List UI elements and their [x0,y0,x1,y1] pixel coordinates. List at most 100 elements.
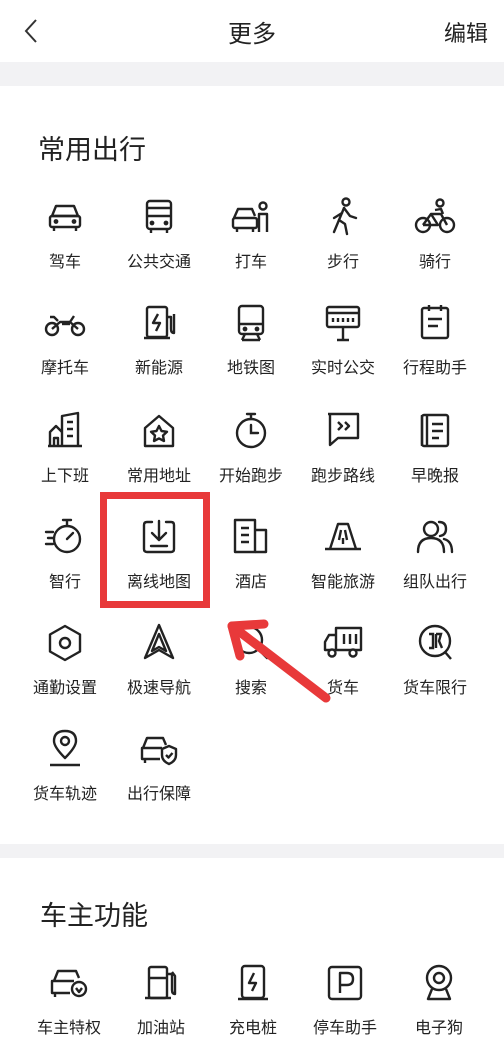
grid-item-truck[interactable]: 货车 [296,622,390,714]
walk-icon [332,197,358,236]
grid-item-label: 电子狗 [414,1018,463,1037]
clipboard-icon [420,305,450,340]
edit-button[interactable]: 编辑 [444,16,488,48]
grid-item-label: 常用地址 [126,466,191,485]
grid-item-label: 酒店 [234,572,267,591]
grid-item-label: 跑步路线 [310,466,375,485]
grid-item-realtime-bus[interactable]: 实时公交 [296,302,390,394]
grid-item-commute-settings[interactable]: 通勤设置 [18,622,112,714]
section-title-car-owner: 车主功能 [40,901,148,932]
charging-station-icon [144,305,176,340]
grid-item-label: 步行 [326,252,359,271]
grid-item-label: 极速导航 [126,678,191,697]
taxi-icon [231,201,269,232]
grid-item-label: 通勤设置 [32,678,97,697]
bicycle-icon [414,198,456,234]
grid-item-label: 停车助手 [312,1018,377,1037]
grid-item-owner-privilege[interactable]: 车主特权 [22,962,116,1054]
grid-item-truck-track[interactable]: 货车轨迹 [18,728,112,820]
bus-stop-sign-icon [325,305,361,342]
car-badge-icon [50,969,88,998]
grid-item-label: 上下班 [40,466,89,485]
grid-item-smart-tourism[interactable]: 智能旅游 [296,516,390,608]
grid-item-commute[interactable]: 上下班 [18,410,112,502]
grid-item-morning-evening-report[interactable]: 早晚报 [388,410,482,502]
grid-item-truck-restriction[interactable]: 货车限行 [388,622,482,714]
grid-item-start-running[interactable]: 开始跑步 [204,410,298,502]
grid-item-parking-assistant[interactable]: 停车助手 [298,962,392,1054]
grid-item-motorcycle[interactable]: 摩托车 [18,302,112,394]
grid-item-label: 摩托车 [40,358,89,377]
grid-item-walk[interactable]: 步行 [296,196,390,288]
location-pin-icon [50,729,80,767]
bus-icon [145,199,173,233]
page-title: 更多 [228,20,276,48]
grid-item-new-energy[interactable]: 新能源 [112,302,206,394]
grid-item-speed-camera[interactable]: 电子狗 [392,962,486,1054]
grid-item-label: 开始跑步 [218,466,283,485]
grid-item-label: 公共交通 [126,252,191,271]
office-building-icon [48,411,82,448]
car-icon [48,204,82,231]
section-divider [0,62,504,86]
navigation-arrow-icon [143,623,175,660]
camera-icon [425,964,453,1001]
grid-item-trip-assistant[interactable]: 行程助手 [388,302,482,394]
restriction-sign-icon [418,624,452,660]
hexagon-settings-icon [48,624,82,662]
home-star-icon [143,414,175,448]
grid-item-label: 智行 [48,572,81,591]
grid-item-group-travel[interactable]: 组队出行 [388,516,482,608]
parking-icon [327,965,363,1001]
group-icon [416,520,454,554]
grid-item-charging-pile[interactable]: 充电桩 [206,962,300,1054]
charger-icon [238,964,268,1001]
grid-item-label: 骑行 [418,252,451,271]
grid-item-label: 货车轨迹 [32,784,97,803]
grid-item-label: 地铁图 [226,358,275,377]
grid-item-subway-map[interactable]: 地铁图 [204,302,298,394]
grid-item-label: 新能源 [134,358,183,377]
truck-icon [323,626,363,658]
grid-item-label: 出行保障 [126,784,191,803]
grid-item-label: 早晚报 [410,466,459,485]
grid-item-cycling[interactable]: 骑行 [388,196,482,288]
speed-timer-icon [44,518,82,554]
grid-item-public-transit[interactable]: 公共交通 [112,196,206,288]
stopwatch-icon [235,412,267,449]
mountain-icon [325,522,361,551]
grid-item-taxi[interactable]: 打车 [204,196,298,288]
grid-item-hotel[interactable]: 酒店 [204,516,298,608]
car-shield-icon [140,736,178,766]
section-title-common-travel: 常用出行 [38,135,146,166]
highlight-box [100,492,210,608]
grid-item-label: 货车限行 [402,678,467,697]
grid-item-smart-travel[interactable]: 智行 [18,516,112,608]
section-divider [0,844,504,858]
subway-icon [237,304,265,342]
grid-item-label: 货车 [326,678,359,697]
search-icon [234,625,269,660]
grid-item-running-route[interactable]: 跑步路线 [296,410,390,502]
grid-item-drive[interactable]: 驾车 [18,196,112,288]
grid-item-label: 搜索 [234,678,267,697]
grid-item-travel-guarantee[interactable]: 出行保障 [112,728,206,820]
top-bar: 更多 编辑 [0,0,504,62]
hotel-icon [233,518,268,554]
grid-item-label: 组队出行 [402,572,467,591]
grid-item-label: 打车 [234,252,267,271]
newspaper-icon [420,413,450,448]
grid-item-label: 实时公交 [310,358,375,377]
grid-item-gas-station[interactable]: 加油站 [114,962,208,1054]
grid-item-label: 充电桩 [228,1018,277,1037]
grid-item-label: 行程助手 [402,358,467,377]
grid-item-frequent-address[interactable]: 常用地址 [112,410,206,502]
motorcycle-icon [44,315,86,337]
grid-item-label: 智能旅游 [310,572,375,591]
grid-item-label: 车主特权 [36,1018,101,1037]
route-flag-icon [328,412,360,447]
grid-item-search[interactable]: 搜索 [204,622,298,714]
grid-item-label: 驾车 [48,252,81,271]
fuel-pump-icon [145,965,177,1000]
grid-item-fast-navigation[interactable]: 极速导航 [112,622,206,714]
